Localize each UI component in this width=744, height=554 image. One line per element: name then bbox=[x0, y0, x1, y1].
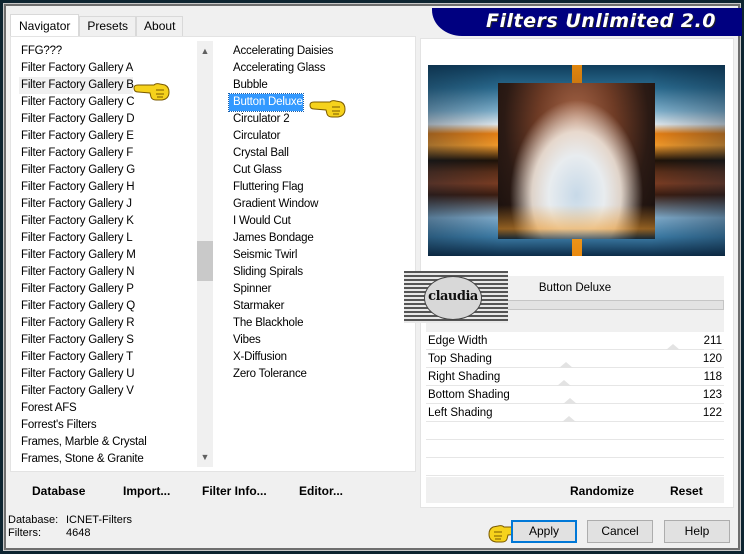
filters-count-label: Filters: bbox=[8, 527, 41, 539]
filter-item[interactable]: Accelerating Daisies bbox=[229, 43, 419, 60]
parameter-label: Edge Width bbox=[428, 335, 488, 347]
navigator-button-bar: Database Import... Filter Info... Editor… bbox=[16, 479, 414, 505]
parameter-row: Edge Width 211 bbox=[426, 332, 724, 350]
category-item[interactable]: Filter Factory Gallery B bbox=[19, 77, 134, 94]
category-item[interactable]: Frames, Marble & Crystal bbox=[19, 434, 195, 451]
app-title-banner: Filters Unlimited 2.0 bbox=[432, 8, 742, 36]
filter-item[interactable]: Seismic Twirl bbox=[229, 247, 419, 264]
category-item[interactable]: Filter Factory Gallery S bbox=[19, 332, 195, 349]
category-item[interactable]: Filter Factory Gallery N bbox=[19, 264, 195, 281]
category-scrollbar[interactable]: ▲ ▼ bbox=[197, 41, 213, 467]
parameter-value: 123 bbox=[702, 389, 722, 401]
status-area: Database: ICNET-Filters Filters: 4648 bbox=[8, 514, 132, 540]
category-item[interactable]: Filter Factory Gallery A bbox=[19, 60, 195, 77]
filter-item[interactable]: X-Diffusion bbox=[229, 349, 419, 366]
category-item[interactable]: FFG??? bbox=[19, 43, 195, 60]
filters-count-value: 4648 bbox=[66, 527, 91, 539]
category-item[interactable]: Filter Factory Gallery J bbox=[19, 196, 195, 213]
database-value: ICNET-Filters bbox=[66, 514, 132, 526]
parameter-value: 122 bbox=[702, 407, 722, 419]
category-item[interactable]: Filter Factory Gallery D bbox=[19, 111, 195, 128]
empty-parameter-row bbox=[426, 458, 724, 476]
pointing-hand-icon bbox=[133, 83, 170, 101]
watermark-text: claudia bbox=[424, 276, 482, 320]
parameter-row: Left Shading 122 bbox=[426, 404, 724, 422]
filter-item[interactable]: Button Deluxe bbox=[228, 93, 304, 112]
parameter-row: Top Shading 120 bbox=[426, 350, 724, 368]
tab-presets[interactable]: Presets bbox=[79, 16, 137, 36]
cancel-button[interactable]: Cancel bbox=[587, 520, 653, 543]
filter-item[interactable]: Bubble bbox=[229, 77, 419, 94]
category-item[interactable]: Filter Factory Gallery L bbox=[19, 230, 195, 247]
empty-parameter-row bbox=[426, 440, 724, 458]
scroll-thumb[interactable] bbox=[197, 241, 213, 281]
category-item[interactable]: Filter Factory Gallery G bbox=[19, 162, 195, 179]
category-item[interactable]: Filter Factory Gallery T bbox=[19, 349, 195, 366]
category-item[interactable]: Filter Factory Gallery H bbox=[19, 179, 195, 196]
pointing-hand-icon bbox=[309, 100, 346, 118]
scroll-up-icon[interactable]: ▲ bbox=[197, 43, 213, 59]
filter-item[interactable]: Gradient Window bbox=[229, 196, 419, 213]
filter-item[interactable]: Cut Glass bbox=[229, 162, 419, 179]
filter-item[interactable]: Circulator bbox=[229, 128, 419, 145]
filter-info-button[interactable]: Filter Info... bbox=[202, 484, 267, 498]
tab-about[interactable]: About bbox=[136, 16, 184, 36]
filter-item[interactable]: Vibes bbox=[229, 332, 419, 349]
parameter-row: Right Shading 118 bbox=[426, 368, 724, 386]
category-item[interactable]: Filter Factory Gallery E bbox=[19, 128, 195, 145]
filter-item[interactable]: Fluttering Flag bbox=[229, 179, 419, 196]
parameter-label: Right Shading bbox=[428, 371, 501, 383]
reset-button[interactable]: Reset bbox=[670, 484, 703, 498]
slider-thumb[interactable] bbox=[561, 416, 576, 422]
category-item[interactable]: Frames, Stone & Granite bbox=[19, 451, 195, 468]
category-item[interactable]: Filter Factory Gallery K bbox=[19, 213, 195, 230]
filter-item[interactable]: The Blackhole bbox=[229, 315, 419, 332]
filter-item[interactable]: Crystal Ball bbox=[229, 145, 419, 162]
database-button[interactable]: Database bbox=[32, 484, 85, 498]
tab-bar: Navigator Presets About bbox=[10, 14, 184, 36]
preview-image bbox=[428, 65, 725, 256]
parameter-label: Left Shading bbox=[428, 407, 493, 419]
filter-item[interactable]: Spinner bbox=[229, 281, 419, 298]
category-item[interactable]: Filter Factory Gallery P bbox=[19, 281, 195, 298]
category-item[interactable]: Forrest's Filters bbox=[19, 417, 195, 434]
import-button[interactable]: Import... bbox=[123, 484, 170, 498]
help-button[interactable]: Help bbox=[664, 520, 730, 543]
parameter-value: 211 bbox=[703, 335, 722, 347]
apply-button[interactable]: Apply bbox=[511, 520, 577, 543]
tab-navigator[interactable]: Navigator bbox=[10, 14, 80, 36]
navigator-panel: FFG??? Filter Factory Gallery A Filter Fac… bbox=[10, 36, 416, 472]
parameter-list: Edge Width 211 Top Shading 120 Right Shading… bbox=[426, 332, 724, 494]
filter-item[interactable]: Starmaker bbox=[229, 298, 419, 315]
category-item[interactable]: Filter Factory Gallery F bbox=[19, 145, 195, 162]
filter-item[interactable]: Accelerating Glass bbox=[229, 60, 419, 77]
parameter-value: 118 bbox=[703, 371, 722, 383]
filter-item[interactable]: James Bondage bbox=[229, 230, 419, 247]
category-item[interactable]: Filter Factory Gallery V bbox=[19, 383, 195, 400]
watermark-logo: claudia bbox=[404, 271, 508, 323]
editor-button[interactable]: Editor... bbox=[299, 484, 343, 498]
filter-item[interactable]: I Would Cut bbox=[229, 213, 419, 230]
filter-item[interactable]: Zero Tolerance bbox=[229, 366, 419, 383]
info-separator bbox=[506, 300, 724, 310]
category-list[interactable]: FFG??? Filter Factory Gallery A Filter Fac… bbox=[19, 43, 195, 468]
parameter-label: Top Shading bbox=[428, 353, 492, 365]
filter-item[interactable]: Sliding Spirals bbox=[229, 264, 419, 281]
parameter-button-bar: Randomize Reset bbox=[426, 477, 724, 503]
randomize-button[interactable]: Randomize bbox=[570, 484, 634, 498]
parameter-value: 120 bbox=[702, 353, 722, 365]
category-item[interactable]: Filter Factory Gallery R bbox=[19, 315, 195, 332]
category-item[interactable]: Filter Factory Gallery U bbox=[19, 366, 195, 383]
database-label: Database: bbox=[8, 514, 59, 526]
parameter-row: Bottom Shading 123 bbox=[426, 386, 724, 404]
category-item[interactable]: Forest AFS bbox=[19, 400, 195, 417]
scroll-down-icon[interactable]: ▼ bbox=[197, 449, 213, 465]
parameter-label: Bottom Shading bbox=[428, 389, 510, 401]
category-item[interactable]: Filter Factory Gallery Q bbox=[19, 298, 195, 315]
empty-parameter-row bbox=[426, 422, 724, 440]
filter-list[interactable]: Accelerating Daisies Accelerating Glass Bu… bbox=[228, 43, 419, 383]
category-item[interactable]: Filter Factory Gallery M bbox=[19, 247, 195, 264]
